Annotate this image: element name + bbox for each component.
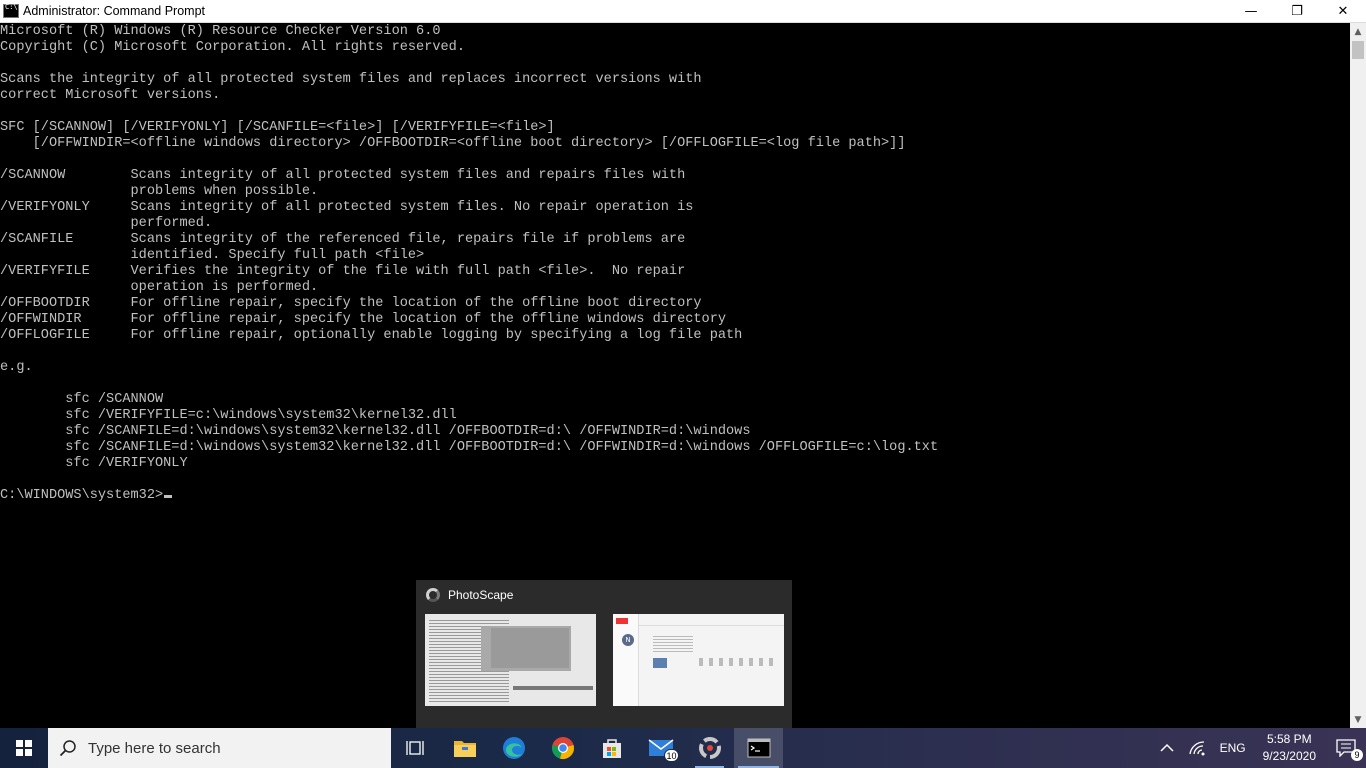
console-line: correct Microsoft versions. <box>0 88 221 103</box>
thumbnail-gray-panel-inner <box>491 628 569 668</box>
window-controls: — ❐ ✕ <box>1228 0 1366 23</box>
action-center-notification-icon[interactable]: 9 <box>1326 728 1366 768</box>
photoscape-icon <box>426 588 440 602</box>
system-tray: ENG 5:58 PM 9/23/2020 9 <box>1153 728 1366 768</box>
task-view-icon[interactable] <box>391 728 440 768</box>
command-prompt-icon <box>3 3 19 18</box>
edge-browser-icon[interactable] <box>489 728 538 768</box>
show-hidden-icons-chevron-up-icon[interactable] <box>1153 728 1181 768</box>
title-bar: Administrator: Command Prompt — ❐ ✕ <box>0 0 1366 23</box>
console-line: SFC [/SCANNOW] [/VERIFYONLY] [/SCANFILE=… <box>0 120 555 135</box>
console-line: [/OFFWINDIR=<offline windows directory> … <box>0 136 906 151</box>
scroll-up-arrow-icon[interactable]: ▲ <box>1350 23 1366 40</box>
command-prompt-taskbar-icon[interactable] <box>734 728 783 768</box>
chrome-browser-icon[interactable] <box>538 728 587 768</box>
preview-title: PhotoScape <box>426 588 513 602</box>
start-button[interactable] <box>0 728 48 768</box>
console-line: /OFFLOGFILE For offline repair, optional… <box>0 328 743 343</box>
thumbnail-bar <box>513 686 593 690</box>
console-line: sfc /SCANFILE=d:\windows\system32\kernel… <box>0 440 939 455</box>
search-icon <box>48 739 88 757</box>
microsoft-store-icon[interactable] <box>587 728 636 768</box>
close-button[interactable]: ✕ <box>1320 0 1366 23</box>
window-title: Administrator: Command Prompt <box>23 4 206 18</box>
notification-badge: 9 <box>1351 749 1363 761</box>
console-line: identified. Specify full path <file> <box>0 248 425 263</box>
console-line: Microsoft (R) Windows (R) Resource Check… <box>0 24 441 39</box>
console-line: problems when possible. <box>0 184 319 199</box>
photoscape-taskbar-icon[interactable] <box>685 728 734 768</box>
vertical-scrollbar[interactable]: ▲ ▼ <box>1350 23 1366 728</box>
taskbar-search-box[interactable]: Type here to search <box>48 728 391 768</box>
network-wifi-icon[interactable] <box>1181 728 1213 768</box>
console-line: sfc /SCANFILE=d:\windows\system32\kernel… <box>0 424 751 439</box>
pinned-apps: 10 <box>391 728 783 768</box>
taskbar-thumbnail-preview: PhotoScape N <box>416 580 792 728</box>
clock-time: 5:58 PM <box>1266 732 1312 746</box>
console-line: sfc /VERIFYFILE=c:\windows\system32\kern… <box>0 408 457 423</box>
console-line: /SCANFILE Scans integrity of the referen… <box>0 232 686 247</box>
console-line: operation is performed. <box>0 280 319 295</box>
thumbnail-logo-icon <box>616 618 628 624</box>
search-placeholder: Type here to search <box>88 739 221 757</box>
thumbnail-sidebar <box>613 614 639 706</box>
console-output: Microsoft (R) Windows (R) Resource Check… <box>0 23 1350 504</box>
console-line: /OFFWINDIR For offline repair, specify t… <box>0 312 727 327</box>
mail-icon[interactable]: 10 <box>636 728 685 768</box>
command-prompt-line[interactable]: C:\WINDOWS\system32> <box>0 488 163 503</box>
file-explorer-icon[interactable] <box>440 728 489 768</box>
preview-app-name: PhotoScape <box>448 588 514 602</box>
mail-badge: 10 <box>664 749 679 762</box>
preview-window-thumbnail-2[interactable]: N <box>613 614 784 706</box>
minimize-button[interactable]: — <box>1228 0 1274 23</box>
thumbnail-text-block <box>653 634 693 652</box>
console-line: /SCANNOW Scans integrity of all protecte… <box>0 168 686 183</box>
thumbnail-video-icon <box>653 658 667 668</box>
thumbnail-avatar: N <box>622 634 634 646</box>
console-line: /OFFBOOTDIR For offline repair, specify … <box>0 296 702 311</box>
console-line: /VERIFYFILE Verifies the integrity of th… <box>0 264 686 279</box>
windows-logo-icon <box>16 740 32 756</box>
language-indicator[interactable]: ENG <box>1213 728 1253 768</box>
console-line: /VERIFYONLY Scans integrity of all prote… <box>0 200 694 215</box>
console-line: Scans the integrity of all protected sys… <box>0 72 702 87</box>
console-line: sfc /VERIFYONLY <box>0 456 188 471</box>
clock-date: 9/23/2020 <box>1262 749 1316 763</box>
console-line: performed. <box>0 216 213 231</box>
scroll-down-arrow-icon[interactable]: ▼ <box>1350 711 1366 728</box>
preview-window-thumbnail-1[interactable] <box>425 614 596 706</box>
thumbnail-text-row <box>693 658 773 666</box>
taskbar: Type here to search 10 ENG 5:58 PM 9/23/… <box>0 728 1366 768</box>
clock[interactable]: 5:58 PM 9/23/2020 <box>1253 728 1326 768</box>
console-line: Copyright (C) Microsoft Corporation. All… <box>0 40 465 55</box>
console-line: e.g. <box>0 360 33 375</box>
scrollbar-thumb[interactable] <box>1352 41 1364 59</box>
restore-button[interactable]: ❐ <box>1274 0 1320 23</box>
console-line: sfc /SCANNOW <box>0 392 164 407</box>
text-cursor <box>164 495 173 498</box>
